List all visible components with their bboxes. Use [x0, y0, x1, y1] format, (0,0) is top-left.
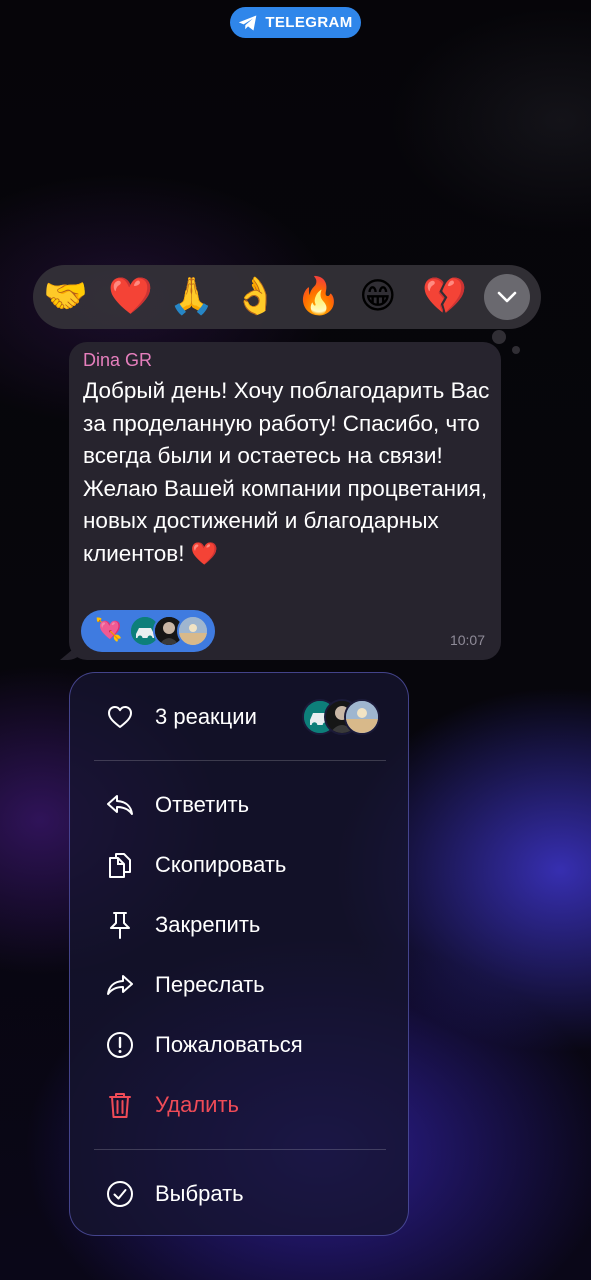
expand-reactions-button[interactable] — [484, 274, 530, 320]
reactions-summary-item[interactable]: 3 реакции — [70, 689, 408, 745]
pin-icon — [106, 911, 134, 939]
pin-label: Закрепить — [155, 912, 261, 937]
reaction-fire[interactable]: 🔥 — [296, 276, 341, 318]
reactor-avatar-3 — [177, 615, 209, 647]
badge-label: TELEGRAM — [265, 14, 353, 31]
menu-item-copy[interactable]: Скопировать — [70, 837, 408, 893]
reaction-grin[interactable]: 😁 — [359, 276, 397, 318]
reply-icon — [106, 791, 134, 819]
reactor-avatar-3 — [344, 699, 380, 735]
context-menu: 3 реакции Ответить Скопировать Закрепить… — [69, 672, 409, 1236]
menu-item-pin[interactable]: Закрепить — [70, 897, 408, 953]
report-icon — [106, 1031, 134, 1059]
forward-label: Переслать — [155, 972, 265, 997]
reaction-heart-arrow: 💘 — [95, 618, 123, 643]
message-time: 10:07 — [449, 632, 485, 648]
menu-item-forward[interactable]: Переслать — [70, 957, 408, 1013]
reaction-picker: 🤝 ❤️ 🙏 👌 🔥 😁 💔 — [33, 265, 541, 329]
heart-outline-icon — [106, 703, 134, 731]
menu-item-delete[interactable]: Удалить — [70, 1077, 408, 1133]
reaction-pray[interactable]: 🙏 — [169, 276, 214, 318]
menu-divider — [94, 760, 386, 761]
picker-tail-dot-small — [512, 346, 520, 354]
message-bubble[interactable]: Dina GR Добрый день! Хочу поблагодарить … — [69, 342, 501, 660]
telegram-logo-icon — [239, 15, 257, 30]
select-label: Выбрать — [155, 1181, 244, 1206]
reaction-broken-heart[interactable]: 💔 — [422, 276, 467, 318]
report-label: Пожаловаться — [155, 1032, 303, 1057]
message-body: Добрый день! Хочу поблагодарить Вас за п… — [83, 378, 490, 566]
menu-item-reply[interactable]: Ответить — [70, 777, 408, 833]
heart-emoji: ❤️ — [190, 541, 219, 567]
reply-label: Ответить — [155, 792, 250, 817]
delete-label: Удалить — [155, 1092, 239, 1117]
trash-icon — [106, 1091, 134, 1119]
chevron-down-icon — [497, 291, 517, 303]
forward-icon — [106, 971, 134, 999]
menu-item-report[interactable]: Пожаловаться — [70, 1017, 408, 1073]
menu-divider — [94, 1149, 386, 1150]
picker-tail-dot — [492, 330, 506, 344]
telegram-badge: TELEGRAM — [230, 7, 361, 38]
message-reactions-pill[interactable]: 💘 — [81, 610, 215, 652]
menu-item-select[interactable]: Выбрать — [70, 1166, 408, 1222]
reactors-avatars — [302, 699, 380, 735]
reaction-ok-hand[interactable]: 👌 — [233, 276, 278, 318]
message-text: Добрый день! Хочу поблагодарить Вас за п… — [83, 375, 493, 571]
check-circle-icon — [106, 1180, 134, 1208]
copy-label: Скопировать — [155, 852, 287, 877]
sender-name[interactable]: Dina GR — [83, 350, 152, 371]
reactions-count-label: 3 реакции — [155, 704, 257, 729]
reaction-handshake[interactable]: 🤝 — [43, 276, 88, 318]
reaction-heart[interactable]: ❤️ — [108, 276, 153, 318]
copy-icon — [106, 851, 134, 879]
